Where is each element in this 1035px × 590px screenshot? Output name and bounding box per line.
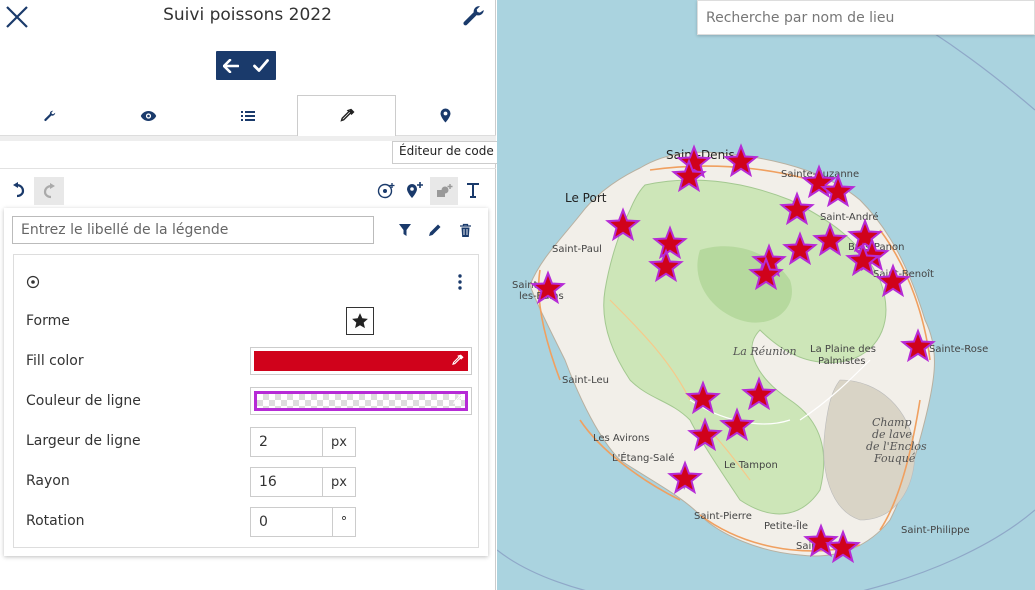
rotation-input[interactable] [251, 508, 333, 536]
tab-bar [0, 95, 496, 137]
map-label-la-reunion: La Réunion [732, 345, 797, 358]
circle-dot-icon[interactable] [26, 275, 40, 289]
edit-toolbar [0, 168, 496, 208]
radius-input[interactable] [251, 468, 323, 496]
add-text-button[interactable] [462, 179, 484, 201]
map-label-plaine-1: La Plaine des [810, 344, 876, 355]
arrow-left-icon [223, 58, 239, 73]
line-width-field: px [250, 427, 356, 457]
map-label-saint-andre: Saint-André [820, 211, 878, 223]
map-label-le-tampon: Le Tampon [724, 460, 778, 471]
map-label-saint-paul: Saint-Paul [552, 244, 602, 255]
map-label-saint-pierre: Saint-Pierre [694, 511, 752, 522]
map-label-enclos-4: Fouqué [873, 452, 916, 465]
layer-edit-panel: Suivi poissons 2022 Éditeur de code Entr… [0, 0, 501, 590]
list-icon [240, 110, 255, 121]
rotation-field: ° [250, 507, 356, 537]
eyedropper-icon [339, 108, 354, 122]
style-card: Forme Fill color Couleur de ligne Largeu… [13, 254, 479, 548]
fill-color-label: Fill color [26, 353, 84, 369]
pencil-icon [428, 224, 440, 236]
shapes-plus-icon [437, 184, 453, 197]
redo-button[interactable] [34, 177, 64, 205]
star-icon [352, 313, 368, 329]
tab-style[interactable] [297, 95, 396, 137]
map-label-plaine-2: Palmistes [818, 356, 866, 367]
line-width-input[interactable] [251, 428, 323, 456]
back-button[interactable] [216, 51, 246, 80]
more-options-icon[interactable] [456, 273, 464, 291]
legend-card: Forme Fill color Couleur de ligne Largeu… [4, 208, 488, 556]
undo-button[interactable] [8, 179, 30, 201]
circle-marker-plus-icon [377, 183, 395, 199]
map-canvas: Saint-Denis Le Port Sainte-Suzanne Saint… [497, 0, 1035, 590]
tooltip: Éditeur de code [392, 141, 501, 164]
radius-label: Rayon [26, 473, 70, 489]
eye-icon [140, 110, 157, 121]
add-circle-marker-button[interactable] [376, 179, 398, 201]
fill-color-picker[interactable] [250, 347, 472, 375]
map-label-saint-leu: Saint-Leu [562, 375, 609, 386]
marker-plus-icon [407, 182, 423, 198]
tab-view[interactable] [99, 95, 198, 136]
line-color-swatch [254, 391, 468, 411]
filter-button[interactable] [395, 220, 415, 240]
action-button-group [216, 51, 276, 80]
place-search-input[interactable] [697, 0, 1035, 35]
map-marker-icon [440, 108, 451, 123]
check-icon [253, 59, 269, 72]
redo-icon [43, 183, 55, 199]
eyedropper-icon [452, 354, 464, 366]
undo-icon [13, 182, 25, 198]
trash-icon [459, 223, 471, 237]
radius-field: px [250, 467, 356, 497]
shape-label: Forme [26, 313, 70, 329]
map-label-le-port: Le Port [565, 191, 607, 205]
panel-header: Suivi poissons 2022 [0, 0, 495, 40]
rotation-unit: ° [340, 514, 348, 530]
map-label-les-avirons: Les Avirons [593, 433, 649, 444]
rotation-label: Rotation [26, 513, 85, 529]
tab-settings[interactable] [0, 95, 99, 136]
add-marker-button[interactable] [404, 179, 426, 201]
line-color-label: Couleur de ligne [26, 393, 141, 409]
line-width-unit: px [331, 434, 347, 450]
eyedropper-icon [453, 394, 464, 405]
shape-picker-button[interactable] [346, 307, 374, 335]
text-icon [467, 183, 479, 198]
radius-unit: px [331, 474, 347, 490]
fill-color-swatch [254, 351, 468, 371]
page-title: Suivi poissons 2022 [163, 5, 332, 25]
map-label-etang-sale: L'Étang-Salé [612, 451, 674, 464]
legend-label-input[interactable] [12, 216, 374, 244]
line-width-label: Largeur de ligne [26, 433, 141, 449]
filter-icon [399, 224, 411, 236]
line-color-picker[interactable] [250, 387, 472, 415]
map-label-petite-ile: Petite-Île [764, 519, 808, 532]
map-label-sainte-rose: Sainte-Rose [929, 344, 988, 355]
wrench-icon [43, 110, 55, 121]
map-view[interactable]: Saint-Denis Le Port Sainte-Suzanne Saint… [497, 0, 1035, 590]
tab-location[interactable] [396, 95, 495, 136]
map-label-saint-philippe: Saint-Philippe [901, 525, 970, 536]
tab-list[interactable] [198, 95, 297, 136]
delete-button[interactable] [455, 220, 475, 240]
wrench-icon[interactable] [461, 3, 487, 29]
save-button[interactable] [246, 51, 276, 80]
edit-button[interactable] [424, 220, 444, 240]
add-shape-button[interactable] [430, 177, 458, 205]
